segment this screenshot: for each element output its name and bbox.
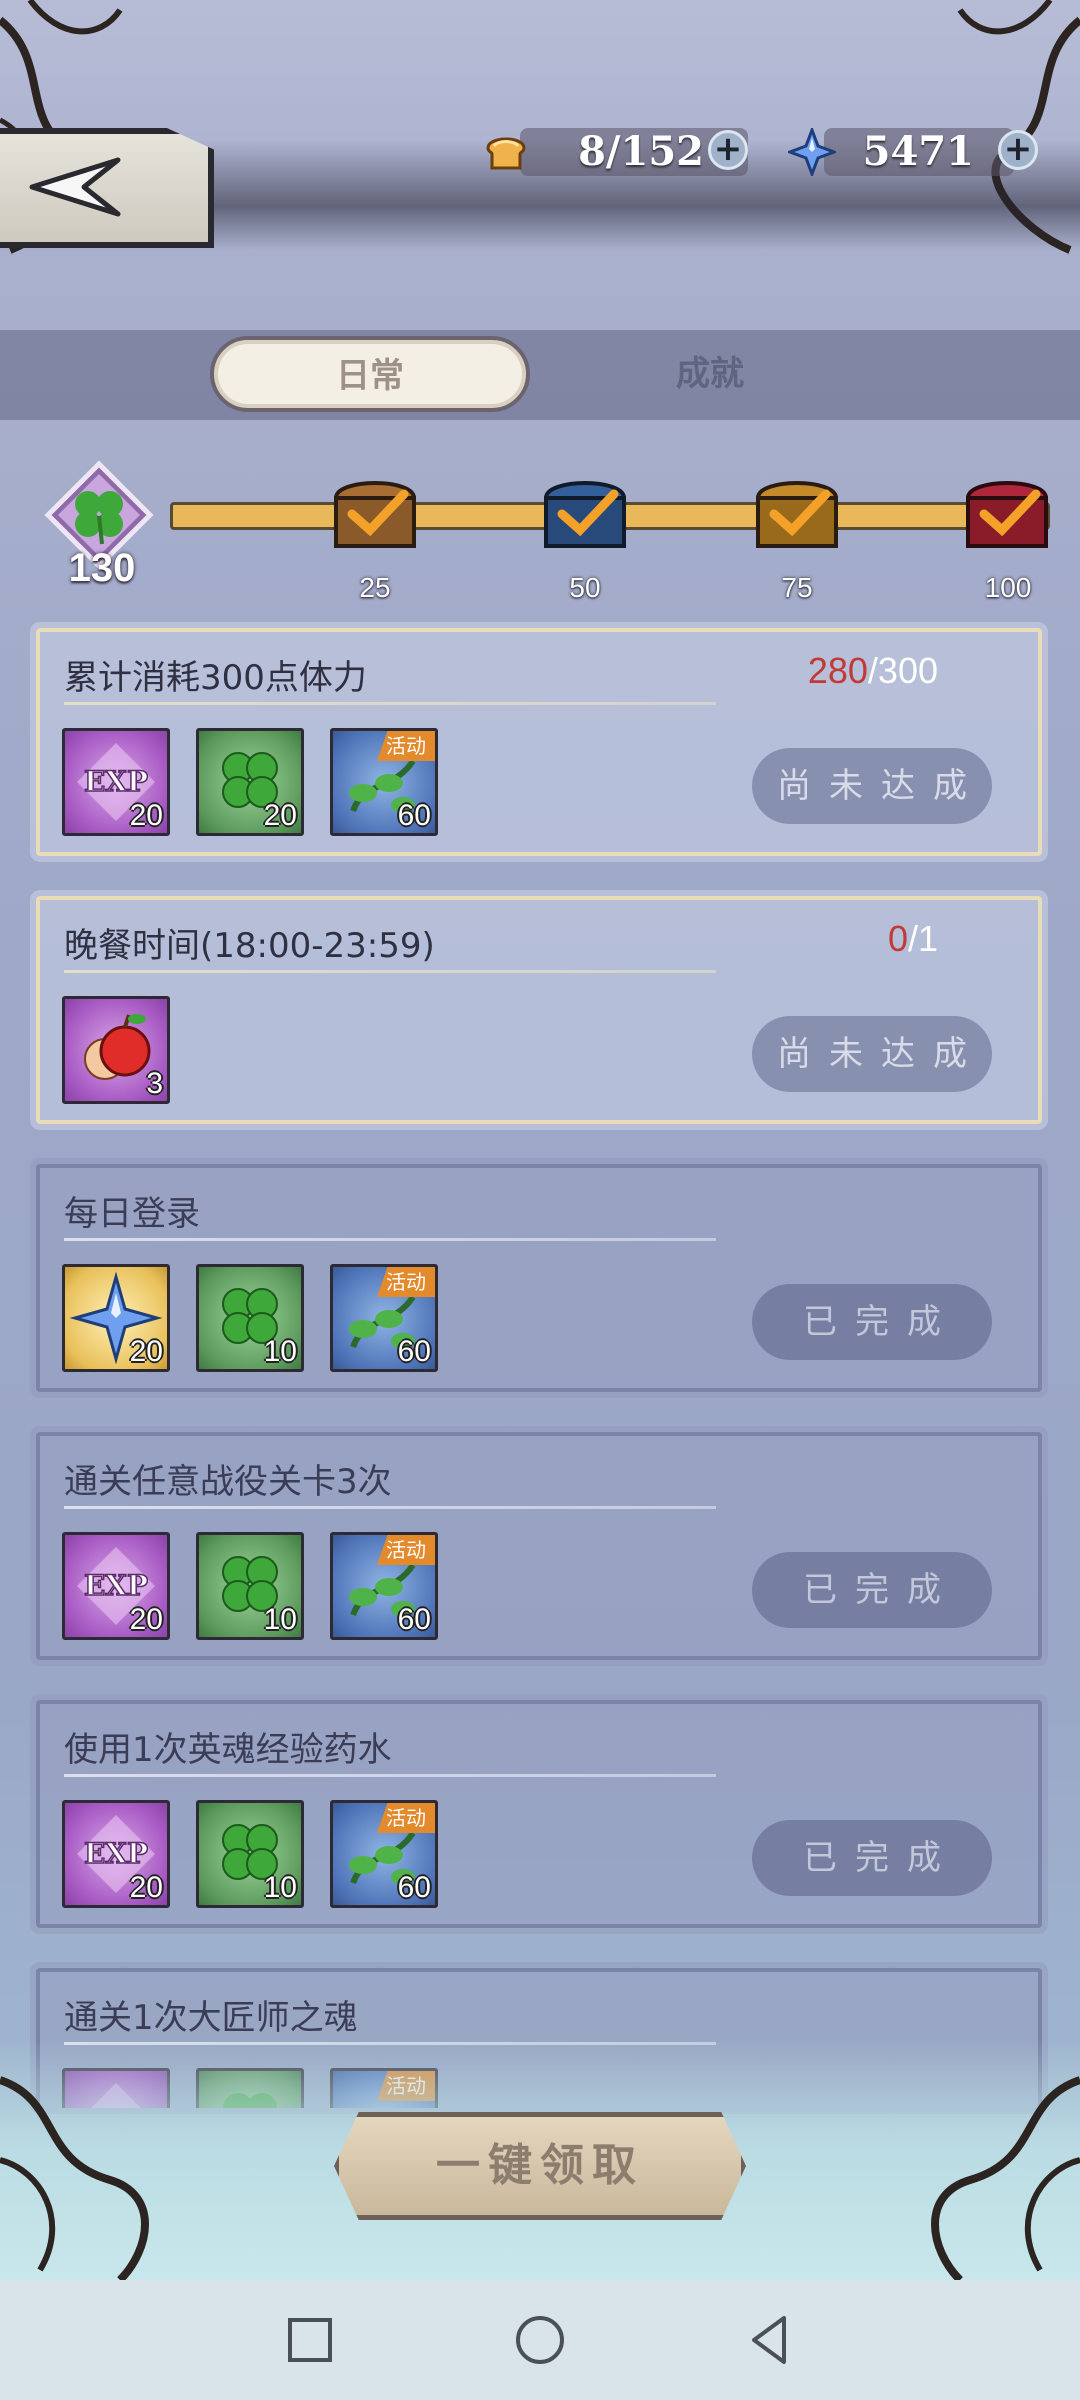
gem-icon xyxy=(788,128,836,176)
vine-decoration-right xyxy=(957,0,1080,254)
chest-icon-50[interactable] xyxy=(540,468,630,558)
add-gems-button[interactable]: + xyxy=(998,130,1038,170)
milestone-label-100: 100 xyxy=(984,572,1032,603)
back-arrow-icon xyxy=(29,157,121,217)
task-title: 使用1次英魂经验药水 xyxy=(64,1730,392,1770)
task-title: 通关任意战役关卡3次 xyxy=(64,1462,392,1502)
task-progress: 0/1 xyxy=(887,918,938,959)
event-reward[interactable]: 活动 60 xyxy=(330,1264,438,1372)
exp-reward[interactable]: EXP 20 xyxy=(62,1532,170,1640)
not-achieved-button[interactable]: 尚未达成 xyxy=(752,748,992,824)
svg-text:EXP: EXP xyxy=(84,1569,148,1602)
completed-button[interactable]: 已完成 xyxy=(752,1552,992,1628)
task-title: 累计消耗300点体力 xyxy=(64,658,367,698)
exp-reward[interactable]: EXP 20 xyxy=(62,1800,170,1908)
task-title: 通关1次大匠师之魂 xyxy=(64,1998,358,2038)
back-nav-icon[interactable] xyxy=(740,2310,800,2370)
claim-all-button[interactable]: 一键领取 xyxy=(334,2112,746,2220)
clover-reward[interactable]: 10 xyxy=(196,1800,304,1908)
bread-icon xyxy=(486,137,526,170)
tab-achievement[interactable]: 成就 xyxy=(600,336,820,412)
completed-button[interactable]: 已完成 xyxy=(752,1820,992,1896)
stamina-value: 8/152 xyxy=(578,128,704,175)
back-button[interactable] xyxy=(0,128,214,248)
task-progress: 280/300 xyxy=(807,650,938,691)
completed-button[interactable]: 已完成 xyxy=(752,1284,992,1360)
milestone-label-50: 50 xyxy=(569,572,601,603)
add-stamina-button[interactable]: + xyxy=(708,130,748,170)
clover-reward[interactable]: 20 xyxy=(196,728,304,836)
tab-daily[interactable]: 日常 xyxy=(210,336,530,412)
exp-reward[interactable]: EXP 20 xyxy=(62,728,170,836)
task-card: 通关任意战役关卡3次 EXP 20 10 活动 60 已完成 xyxy=(36,1432,1042,1660)
apple-reward[interactable]: 3 xyxy=(62,996,170,1104)
event-reward[interactable]: 活动 60 xyxy=(330,1532,438,1640)
title-divider xyxy=(64,970,716,973)
svg-text:EXP: EXP xyxy=(84,765,148,798)
milestone-label-75: 75 xyxy=(781,572,813,603)
task-card: 使用1次英魂经验药水 EXP 20 10 活动 60 已完成 xyxy=(36,1700,1042,1928)
event-reward[interactable]: 活动 60 xyxy=(330,1800,438,1908)
not-achieved-button[interactable]: 尚未达成 xyxy=(752,1016,992,1092)
title-divider xyxy=(64,1774,716,1777)
milestone-label-25: 25 xyxy=(359,572,391,603)
task-card: 累计消耗300点体力 280/300 EXP 20 20 活动 60 尚未达成 xyxy=(36,628,1042,856)
system-navigation-bar xyxy=(0,2280,1080,2400)
chest-icon-25[interactable] xyxy=(330,468,420,558)
stamina-resource: 8/152 + xyxy=(480,128,780,176)
task-card: 晚餐时间(18:00-23:59) 0/1 3 尚未达成 xyxy=(36,896,1042,1124)
gem-resource: 5471 + xyxy=(784,128,1054,176)
task-title: 晚餐时间(18:00-23:59) xyxy=(64,926,435,966)
event-reward[interactable]: 活动 60 xyxy=(330,728,438,836)
title-divider xyxy=(64,702,716,705)
clover-reward[interactable]: 10 xyxy=(196,1264,304,1372)
task-card: 每日登录 20 10 活动 60 已完成 xyxy=(36,1164,1042,1392)
clover-points-value: 130 xyxy=(68,546,136,590)
title-divider xyxy=(64,1238,716,1241)
title-divider xyxy=(64,1506,716,1509)
chest-icon-100[interactable] xyxy=(962,468,1052,558)
gem-value: 5471 xyxy=(862,128,974,175)
tab-bar: 日常 成就 xyxy=(0,330,1080,420)
activity-progress: 130 25 50 75 100 xyxy=(0,430,1080,610)
gem-reward[interactable]: 20 xyxy=(62,1264,170,1372)
recent-apps-icon[interactable] xyxy=(280,2310,340,2370)
task-title: 每日登录 xyxy=(64,1194,200,1234)
svg-text:EXP: EXP xyxy=(84,1837,148,1870)
clover-reward[interactable]: 10 xyxy=(196,1532,304,1640)
chest-icon-75[interactable] xyxy=(752,468,842,558)
home-icon[interactable] xyxy=(510,2310,570,2370)
